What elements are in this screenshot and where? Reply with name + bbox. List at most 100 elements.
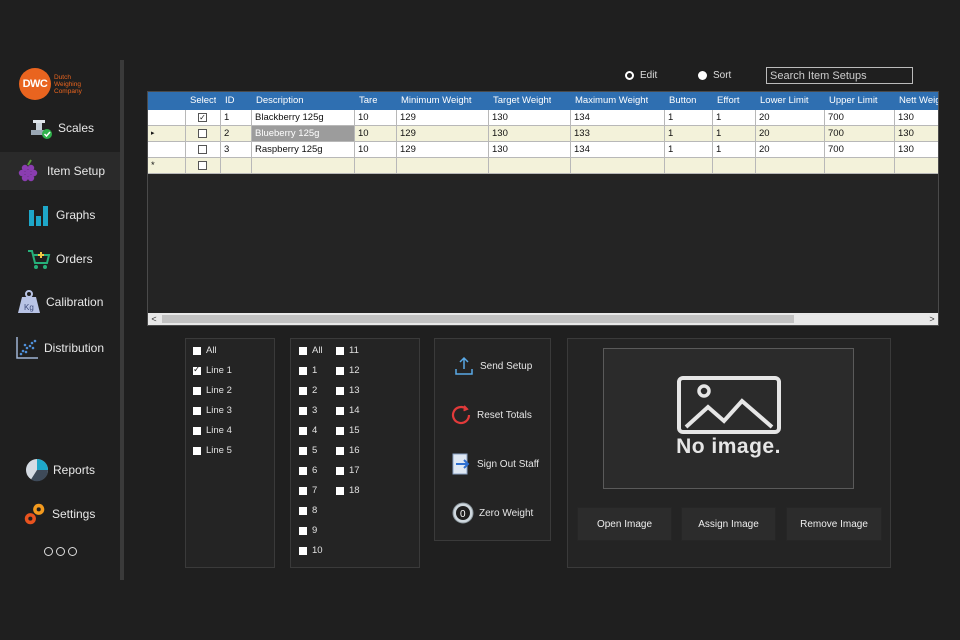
cell-description[interactable] xyxy=(252,158,355,174)
row-header[interactable] xyxy=(148,110,186,126)
cell-id[interactable]: 1 xyxy=(221,110,252,126)
row-select-checkbox[interactable] xyxy=(198,161,207,170)
checkbox-icon[interactable] xyxy=(299,386,307,395)
button-filter-checkbox[interactable]: 13 xyxy=(336,385,360,396)
cell-description[interactable]: Raspberry 125g xyxy=(252,142,355,158)
open-image-button[interactable]: Open Image xyxy=(577,507,672,541)
zero-weight-button[interactable]: 0 Zero Weight xyxy=(451,501,533,525)
checkbox-icon[interactable] xyxy=(193,446,201,455)
line-filter-checkbox[interactable]: Line 5 xyxy=(193,445,232,456)
select-cell[interactable] xyxy=(186,142,221,158)
table-row[interactable]: 3 Raspberry 125g 10 129 130 134 1 1 20 700 130 xyxy=(148,142,938,158)
column-header-minimum-weight[interactable]: Minimum Weight xyxy=(397,92,472,110)
cell-button[interactable] xyxy=(665,158,713,174)
sidebar-item-scales[interactable]: Scales xyxy=(0,109,120,147)
cell-description[interactable]: Blueberry 125g xyxy=(252,126,355,142)
line-filter-checkbox[interactable]: Line 2 xyxy=(193,385,232,396)
button-filter-checkbox[interactable]: 12 xyxy=(336,365,360,376)
button-filter-checkbox[interactable]: 6 xyxy=(299,465,317,476)
more-options-icon[interactable] xyxy=(44,547,77,556)
checkbox-icon[interactable] xyxy=(336,486,344,495)
cell-tare[interactable]: 10 xyxy=(355,142,397,158)
column-header-tare[interactable]: Tare xyxy=(355,92,377,110)
checkbox-icon[interactable] xyxy=(193,386,201,395)
assign-image-button[interactable]: Assign Image xyxy=(681,507,776,541)
cell-lower-limit[interactable] xyxy=(756,158,825,174)
remove-image-button[interactable]: Remove Image xyxy=(786,507,882,541)
cell-minimum-weight[interactable]: 129 xyxy=(397,110,489,126)
button-filter-checkbox[interactable]: 11 xyxy=(336,345,359,356)
column-header-button[interactable]: Button xyxy=(665,92,696,110)
checkbox-icon[interactable] xyxy=(336,466,344,475)
cell-maximum-weight[interactable]: 134 xyxy=(571,142,665,158)
column-header-nett-weight[interactable]: Nett Weig xyxy=(895,92,938,110)
checkbox-icon[interactable] xyxy=(193,346,201,355)
column-header-id[interactable]: ID xyxy=(221,92,235,110)
row-header[interactable] xyxy=(148,142,186,158)
column-header-effort[interactable]: Effort xyxy=(713,92,740,110)
cell-target-weight[interactable]: 130 xyxy=(489,126,571,142)
sidebar-item-calibration[interactable]: Kg Calibration xyxy=(0,283,120,321)
horizontal-scrollbar[interactable]: < > xyxy=(148,313,938,325)
checkbox-icon[interactable] xyxy=(193,426,201,435)
sidebar-item-item-setup[interactable]: Item Setup xyxy=(0,152,120,190)
cell-minimum-weight[interactable]: 129 xyxy=(397,126,489,142)
cell-lower-limit[interactable]: 20 xyxy=(756,126,825,142)
table-row[interactable]: ✓ 1 Blackberry 125g 10 129 130 134 1 1 20 700 130 xyxy=(148,110,938,126)
cell-button[interactable]: 1 xyxy=(665,142,713,158)
checkbox-icon[interactable] xyxy=(299,466,307,475)
column-header-target-weight[interactable]: Target Weight xyxy=(489,92,551,110)
checkbox-icon[interactable] xyxy=(299,546,307,555)
column-header-lower-limit[interactable]: Lower Limit xyxy=(756,92,809,110)
mode-edit-radio[interactable]: Edit xyxy=(625,70,657,81)
checkbox-icon[interactable] xyxy=(299,426,307,435)
cell-nett-weight[interactable]: 130 xyxy=(895,142,938,158)
line-filter-checkbox[interactable]: Line 4 xyxy=(193,425,232,436)
cell-id[interactable]: 3 xyxy=(221,142,252,158)
line-filter-checkbox[interactable]: Line 1 xyxy=(193,364,232,376)
button-filter-checkbox[interactable]: 18 xyxy=(336,485,360,496)
button-filter-checkbox[interactable]: 2 xyxy=(299,385,317,396)
select-cell[interactable] xyxy=(186,126,221,142)
search-input[interactable] xyxy=(766,67,913,84)
cell-id[interactable] xyxy=(221,158,252,174)
cell-tare[interactable]: 10 xyxy=(355,126,397,142)
checkbox-icon[interactable] xyxy=(193,406,201,415)
cell-target-weight[interactable]: 130 xyxy=(489,142,571,158)
cell-button[interactable]: 1 xyxy=(665,110,713,126)
column-header-select[interactable]: Select xyxy=(186,92,216,110)
button-filter-checkbox[interactable]: 14 xyxy=(336,405,360,416)
button-filter-checkbox[interactable]: 9 xyxy=(299,525,317,536)
select-cell[interactable] xyxy=(186,158,221,174)
button-filter-checkbox[interactable]: 7 xyxy=(299,485,317,496)
new-table-row[interactable]: * xyxy=(148,158,938,174)
checkbox-icon[interactable] xyxy=(336,446,344,455)
button-filter-checkbox[interactable]: 3 xyxy=(299,405,317,416)
checkbox-icon[interactable] xyxy=(299,526,307,535)
cell-description[interactable]: Blackberry 125g xyxy=(252,110,355,126)
cell-effort[interactable]: 1 xyxy=(713,126,756,142)
checkbox-icon[interactable] xyxy=(299,406,307,415)
scroll-left-icon[interactable]: < xyxy=(148,313,160,325)
sidebar-item-distribution[interactable]: Distribution xyxy=(0,329,120,367)
row-header[interactable]: * xyxy=(148,158,186,174)
scroll-right-icon[interactable]: > xyxy=(926,313,938,325)
sidebar-item-reports[interactable]: Reports xyxy=(0,451,120,489)
sidebar-item-settings[interactable]: Settings xyxy=(0,495,120,533)
row-select-checkbox[interactable] xyxy=(198,145,207,154)
cell-upper-limit[interactable]: 700 xyxy=(825,110,895,126)
cell-maximum-weight[interactable]: 134 xyxy=(571,110,665,126)
button-filter-checkbox[interactable]: 8 xyxy=(299,505,317,516)
row-select-checkbox[interactable]: ✓ xyxy=(198,113,207,122)
cell-maximum-weight[interactable]: 133 xyxy=(571,126,665,142)
cell-tare[interactable]: 10 xyxy=(355,110,397,126)
button-filter-checkbox[interactable]: 15 xyxy=(336,425,360,436)
checkbox-icon[interactable] xyxy=(299,346,307,355)
checkbox-icon[interactable] xyxy=(336,406,344,415)
cell-maximum-weight[interactable] xyxy=(571,158,665,174)
table-row[interactable]: ▸ 2 Blueberry 125g 10 129 130 133 1 1 20 700 130 xyxy=(148,126,938,142)
cell-lower-limit[interactable]: 20 xyxy=(756,110,825,126)
sign-out-staff-button[interactable]: Sign Out Staff xyxy=(449,452,539,476)
cell-effort[interactable]: 1 xyxy=(713,110,756,126)
item-setup-grid[interactable]: Select ID Description Tare Minimum Weigh… xyxy=(147,91,939,326)
